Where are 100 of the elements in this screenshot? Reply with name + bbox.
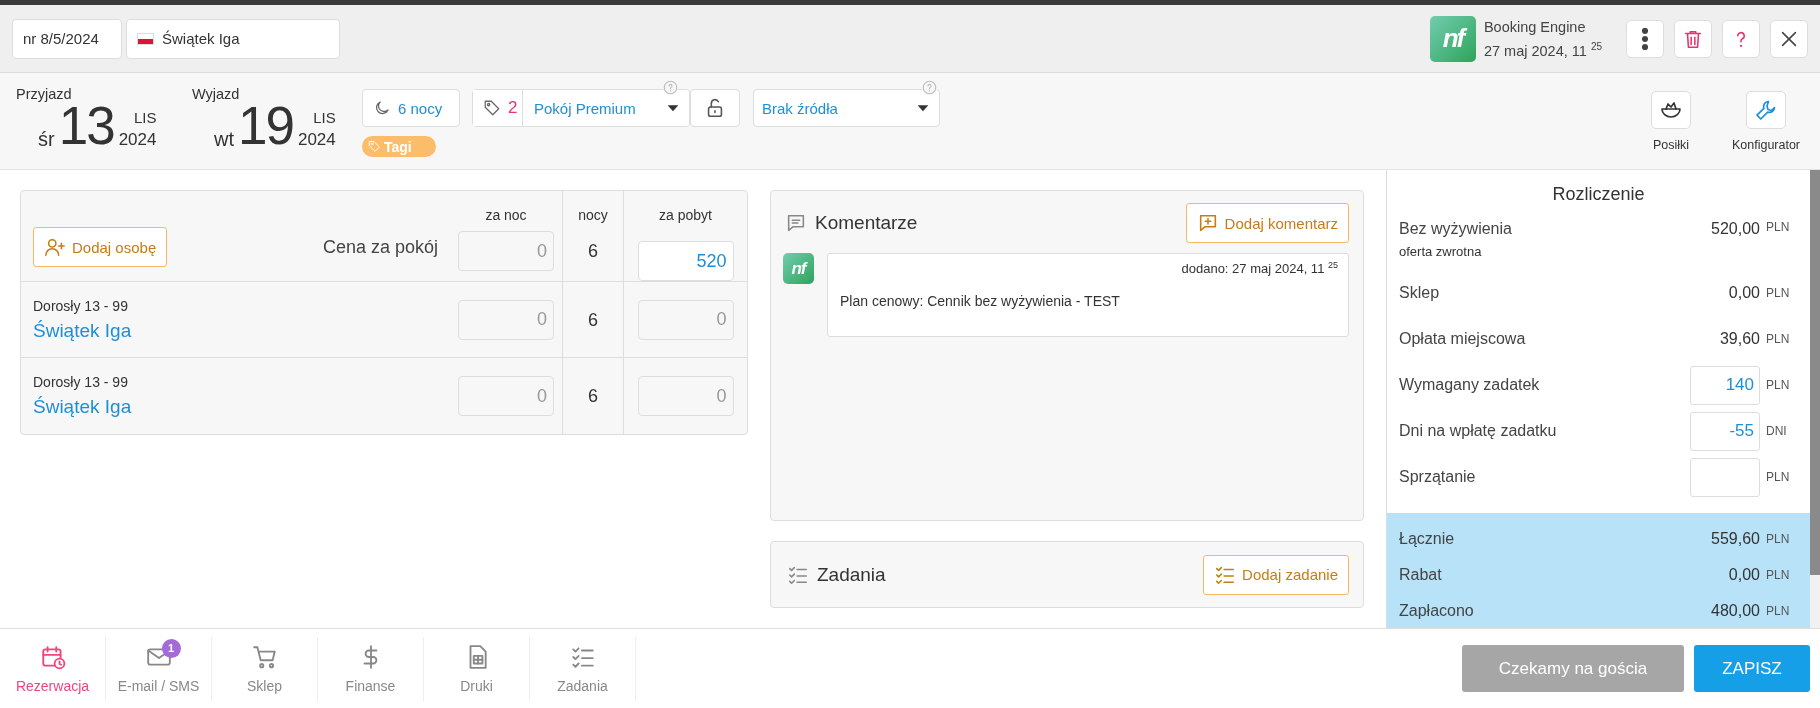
room-price-label: Cena za pokój bbox=[322, 236, 438, 258]
currency-unit: DNI bbox=[1765, 424, 1788, 438]
meals-button[interactable]: Posiłki bbox=[1643, 91, 1699, 152]
nights-count: 6 bbox=[588, 385, 598, 408]
summary-amount: 559,60 bbox=[1711, 530, 1760, 548]
month: LIS bbox=[133, 108, 157, 128]
billing-label: Bez wyżywienia bbox=[1399, 220, 1513, 238]
nights-count: 6 bbox=[588, 308, 598, 332]
billing-input-field[interactable] bbox=[1690, 457, 1760, 497]
summary-amount: 0,00 bbox=[1728, 566, 1760, 584]
summary-label: Łącznie bbox=[1399, 530, 1456, 548]
summary-label: Zapłacono bbox=[1399, 602, 1475, 620]
currency-unit: PLN bbox=[1765, 286, 1791, 300]
calendar-icon bbox=[39, 643, 66, 670]
scrollbar[interactable] bbox=[1810, 170, 1820, 628]
stay-price-field[interactable]: 520 bbox=[637, 241, 734, 281]
created-date: 27 maj 2024, 11 $^{25}$ bbox=[1483, 39, 1602, 61]
avatar: nf bbox=[783, 253, 814, 284]
nav-tab[interactable]: Rezerwacja bbox=[0, 636, 106, 701]
billing-label: Dni na wpłatę zadatku bbox=[1399, 422, 1558, 440]
month: LIS bbox=[313, 108, 336, 128]
billing-amount: 0,00 bbox=[1728, 284, 1760, 302]
currency-unit: PLN bbox=[1765, 470, 1791, 484]
billing-sublabel: oferta zwrotna bbox=[1399, 244, 1483, 259]
currency-unit: PLN bbox=[1765, 220, 1791, 234]
nav-tab[interactable]: 1 E-mail / SMS bbox=[106, 636, 212, 701]
stay-price-field[interactable]: 0 bbox=[637, 299, 734, 340]
wrench-icon bbox=[1754, 98, 1778, 122]
add-comment-button[interactable]: Dodaj komentarz bbox=[1185, 203, 1349, 243]
guest-name-link[interactable]: Świątek Iga bbox=[33, 396, 450, 418]
arrival-label: Przyjazd bbox=[16, 85, 73, 103]
currency-unit: PLN bbox=[1765, 332, 1791, 346]
currency-unit: PLN bbox=[1765, 604, 1791, 618]
year: 2024 bbox=[118, 129, 157, 151]
comment-date: dodano: 27 maj 2024, 11 $^{25}$ bbox=[1180, 260, 1338, 277]
billing-input-field[interactable]: 140 bbox=[1690, 365, 1760, 405]
arrival-day: 13 bbox=[58, 101, 114, 151]
price-per-night-field[interactable]: 0 bbox=[458, 299, 554, 340]
guest-name: Świątek Iga bbox=[162, 30, 240, 47]
logo: nf bbox=[1429, 15, 1476, 62]
comment-text: Plan cenowy: Cennik bez wyżywienia - TEST bbox=[840, 293, 1121, 310]
more-button[interactable] bbox=[1626, 19, 1664, 58]
nav-tab[interactable]: Zadania bbox=[530, 636, 636, 701]
column-header: nocy bbox=[578, 206, 608, 225]
weekday: śr bbox=[38, 127, 55, 151]
chat-icon bbox=[785, 212, 807, 234]
delete-button[interactable] bbox=[1674, 19, 1712, 58]
save-button[interactable]: ZAPISZ bbox=[1694, 645, 1810, 692]
column-header: za pobyt bbox=[659, 206, 712, 225]
departure-day: 19 bbox=[238, 101, 293, 151]
currency-unit: PLN bbox=[1765, 532, 1791, 546]
nav-tab[interactable]: Druki bbox=[424, 636, 530, 701]
guest-type: Dorosły 13 - 99 bbox=[33, 374, 129, 390]
source-name: Booking Engine bbox=[1483, 17, 1587, 37]
notification-badge: 1 bbox=[161, 638, 181, 658]
reservation-number: nr 8/5/2024 bbox=[12, 18, 122, 59]
add-person-button[interactable]: Dodaj osobę bbox=[33, 227, 168, 267]
summary-label: Rabat bbox=[1399, 566, 1443, 584]
billing-title: Rozliczenie bbox=[1551, 183, 1646, 206]
billing-label: Opłata miejscowa bbox=[1399, 330, 1527, 348]
billing-label: Sklep bbox=[1399, 284, 1441, 302]
lock-button[interactable] bbox=[690, 89, 740, 127]
currency-unit: PLN bbox=[1765, 568, 1791, 582]
nights-button[interactable]: 6 nocy bbox=[362, 89, 460, 127]
close-button[interactable] bbox=[1770, 19, 1808, 58]
flag-icon bbox=[137, 32, 154, 45]
person-plus-icon bbox=[44, 236, 66, 258]
billing-input-field[interactable]: -55 bbox=[1690, 411, 1760, 451]
billing-label: Wymagany zadatek bbox=[1399, 376, 1541, 394]
add-task-button[interactable]: Dodaj zadanie bbox=[1203, 554, 1349, 595]
stay-price-field[interactable]: 0 bbox=[637, 376, 734, 416]
tag-icon bbox=[368, 140, 381, 153]
year: 2024 bbox=[297, 129, 336, 151]
status-button[interactable]: Czekamy na gościa bbox=[1462, 645, 1684, 692]
nav-tab[interactable]: Sklep bbox=[212, 636, 318, 701]
tag-icon bbox=[483, 99, 501, 117]
price-per-night-field[interactable]: 0 bbox=[458, 231, 554, 271]
moon-icon bbox=[373, 99, 391, 117]
help-button[interactable] bbox=[1722, 19, 1760, 58]
cart-icon bbox=[251, 643, 278, 670]
comments-title: Komentarze bbox=[815, 212, 918, 234]
guest-name-link[interactable]: Świątek Iga bbox=[33, 319, 450, 342]
guest-type: Dorosły 13 - 99 bbox=[33, 297, 129, 314]
column-header: za noc bbox=[485, 206, 527, 225]
tasks-title: Zadania bbox=[817, 563, 886, 586]
price-per-night-field[interactable]: 0 bbox=[458, 376, 554, 416]
tag-count-button[interactable]: 2 bbox=[473, 90, 523, 126]
source-select[interactable]: Brak źródła bbox=[753, 89, 940, 127]
billing-amount: 39,60 bbox=[1719, 330, 1760, 348]
configurator-button[interactable]: Konfigurator bbox=[1722, 91, 1810, 152]
summary-amount: 480,00 bbox=[1711, 602, 1760, 620]
nav-tab[interactable]: Finanse bbox=[318, 636, 424, 701]
currency-unit: PLN bbox=[1765, 378, 1791, 392]
guest-name-field[interactable]: Świątek Iga bbox=[126, 18, 340, 59]
billing-amount: 520,00 bbox=[1711, 220, 1760, 238]
more-icon bbox=[1642, 27, 1648, 50]
nights-count: 6 bbox=[588, 240, 598, 263]
billing-label: Sprzątanie bbox=[1399, 468, 1477, 486]
departure-label: Wyjazd bbox=[192, 85, 241, 103]
weekday: wt bbox=[214, 127, 234, 151]
